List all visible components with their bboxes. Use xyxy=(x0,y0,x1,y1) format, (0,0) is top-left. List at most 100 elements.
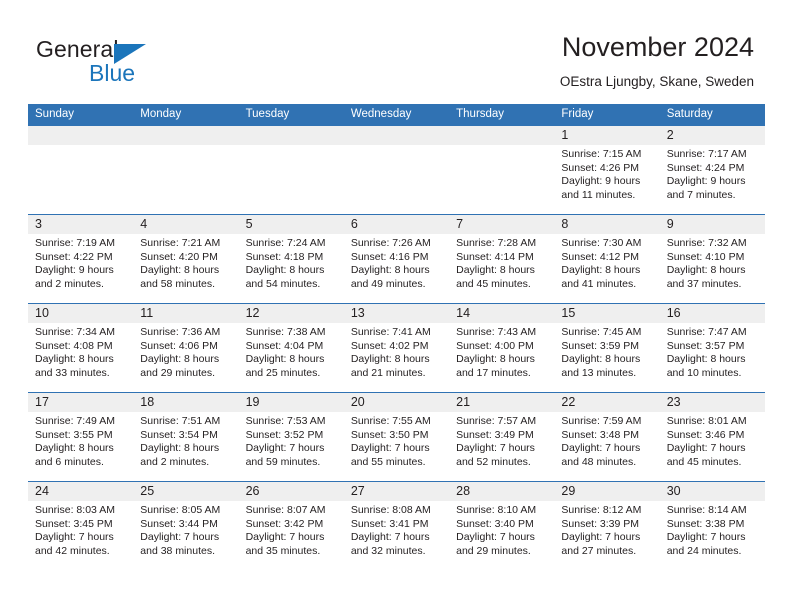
daylight-text-line1: Daylight: 8 hours xyxy=(350,353,430,366)
calendar-day-cell[interactable]: 3 Sunrise: 7:19 AM Sunset: 4:22 PM Daylight… xyxy=(28,214,134,303)
daylight-text-line2: and 59 minutes. xyxy=(245,455,321,468)
weekday-header-tuesday: Tuesday xyxy=(245,108,290,120)
daylight-text-line2: and 6 minutes. xyxy=(35,455,104,468)
calendar-day-cell-empty xyxy=(238,125,344,214)
daylight-text-line1: Daylight: 7 hours xyxy=(666,531,746,544)
sunrise-text: Sunrise: 8:10 AM xyxy=(456,504,537,516)
day-number-band: 1 xyxy=(554,126,660,145)
day-number-band: 3 xyxy=(28,215,134,234)
sunset-text: Sunset: 3:48 PM xyxy=(561,428,640,441)
calendar-day-cell[interactable]: 13 Sunrise: 7:41 AM Sunset: 4:02 PM Dayligh… xyxy=(343,303,450,392)
day-number: 14 xyxy=(456,306,471,320)
day-number: 4 xyxy=(140,217,148,231)
day-number: 24 xyxy=(35,484,49,498)
calendar-day-cell[interactable]: 23 Sunrise: 8:01 AM Sunset: 3:46 PM Dayligh… xyxy=(659,392,765,481)
sunrise-text: Sunrise: 7:17 AM xyxy=(666,148,747,160)
calendar-day-cell[interactable]: 11 Sunrise: 7:36 AM Sunset: 4:06 PM Dayligh… xyxy=(133,303,239,392)
daylight-text-line1: Daylight: 8 hours xyxy=(561,353,641,366)
calendar-day-cell[interactable]: 20 Sunrise: 7:55 AM Sunset: 3:50 PM Dayligh… xyxy=(343,392,450,481)
calendar-day-cell[interactable]: 16 Sunrise: 7:47 AM Sunset: 3:57 PM Dayligh… xyxy=(659,303,765,392)
sunset-text: Sunset: 3:41 PM xyxy=(350,517,429,530)
day-number: 30 xyxy=(666,484,681,498)
calendar-day-cell[interactable]: 30 Sunrise: 8:14 AM Sunset: 3:38 PM Dayligh… xyxy=(659,481,765,570)
daylight-text-line1: Daylight: 8 hours xyxy=(140,353,220,366)
sunrise-text: Sunrise: 7:32 AM xyxy=(666,237,747,249)
sunset-text: Sunset: 3:45 PM xyxy=(35,517,113,530)
calendar-day-cell[interactable]: 7 Sunrise: 7:28 AM Sunset: 4:14 PM Daylight… xyxy=(449,214,555,303)
day-number: 25 xyxy=(140,484,155,498)
calendar-day-cell[interactable]: 5 Sunrise: 7:24 AM Sunset: 4:18 PM Daylight… xyxy=(238,214,344,303)
calendar-day-cell[interactable]: 6 Sunrise: 7:26 AM Sunset: 4:16 PM Daylight… xyxy=(343,214,450,303)
daylight-text-line2: and 55 minutes. xyxy=(350,455,426,468)
day-number: 23 xyxy=(666,395,681,409)
calendar-day-cell[interactable]: 2 Sunrise: 7:17 AM Sunset: 4:24 PM Daylight… xyxy=(659,125,765,214)
calendar-day-cell[interactable]: 26 Sunrise: 8:07 AM Sunset: 3:42 PM Dayligh… xyxy=(238,481,344,570)
sunrise-text: Sunrise: 7:26 AM xyxy=(350,237,431,249)
day-number: 11 xyxy=(140,306,154,320)
day-number-band: 5 xyxy=(238,215,344,234)
brand-name-blue: Blue xyxy=(89,60,136,86)
day-sun-info: Sunrise: 8:05 AM Sunset: 3:44 PM Daylight:… xyxy=(133,501,238,558)
calendar-day-cell[interactable]: 14 Sunrise: 7:43 AM Sunset: 4:00 PM Dayligh… xyxy=(449,303,555,392)
daylight-text-line2: and 10 minutes. xyxy=(666,366,742,379)
day-number: 27 xyxy=(350,484,365,498)
day-number-band: 11 xyxy=(133,304,239,323)
day-sun-info: Sunrise: 8:01 AM Sunset: 3:46 PM Daylight:… xyxy=(660,412,765,469)
calendar-day-cell[interactable]: 27 Sunrise: 8:08 AM Sunset: 3:41 PM Dayligh… xyxy=(343,481,450,570)
sunset-text: Sunset: 4:08 PM xyxy=(35,339,113,352)
calendar-day-cell[interactable]: 8 Sunrise: 7:30 AM Sunset: 4:12 PM Daylight… xyxy=(554,214,660,303)
sunrise-text: Sunrise: 7:53 AM xyxy=(245,415,326,427)
sunrise-text: Sunrise: 7:55 AM xyxy=(350,415,431,427)
daylight-text-line1: Daylight: 8 hours xyxy=(456,264,535,277)
daylight-text-line1: Daylight: 8 hours xyxy=(666,353,746,366)
sunrise-text: Sunrise: 7:47 AM xyxy=(666,326,747,338)
location-subtitle: OEstra Ljungby, Skane, Sweden xyxy=(559,74,754,89)
calendar-day-cell[interactable]: 24 Sunrise: 8:03 AM Sunset: 3:45 PM Dayligh… xyxy=(28,481,134,570)
calendar-day-cell-empty xyxy=(133,125,239,214)
calendar-day-cell[interactable]: 15 Sunrise: 7:45 AM Sunset: 3:59 PM Dayligh… xyxy=(554,303,660,392)
sunrise-text: Sunrise: 7:15 AM xyxy=(561,148,642,160)
calendar-day-cell[interactable]: 25 Sunrise: 8:05 AM Sunset: 3:44 PM Dayligh… xyxy=(133,481,239,570)
day-number-band xyxy=(238,126,344,145)
sunset-text: Sunset: 3:39 PM xyxy=(561,517,640,530)
daylight-text-line1: Daylight: 7 hours xyxy=(561,442,641,455)
day-number-band: 27 xyxy=(343,482,450,501)
calendar-day-cell[interactable]: 17 Sunrise: 7:49 AM Sunset: 3:55 PM Dayligh… xyxy=(28,392,134,481)
calendar-day-cell[interactable]: 29 Sunrise: 8:12 AM Sunset: 3:39 PM Dayligh… xyxy=(554,481,660,570)
daylight-text-line2: and 37 minutes. xyxy=(666,277,742,290)
day-number-band: 2 xyxy=(659,126,765,145)
day-number-band: 8 xyxy=(554,215,660,234)
page-title: November 2024 xyxy=(561,32,754,62)
day-sun-info: Sunrise: 7:32 AM Sunset: 4:10 PM Daylight:… xyxy=(660,234,765,291)
calendar-day-cell[interactable]: 1 Sunrise: 7:15 AM Sunset: 4:26 PM Daylight… xyxy=(554,125,660,214)
day-number-band: 16 xyxy=(659,304,765,323)
day-number-band: 30 xyxy=(659,482,765,501)
daylight-text-line1: Daylight: 7 hours xyxy=(456,531,535,544)
day-sun-info: Sunrise: 7:19 AM Sunset: 4:22 PM Daylight:… xyxy=(28,234,133,291)
calendar-day-cell[interactable]: 19 Sunrise: 7:53 AM Sunset: 3:52 PM Dayligh… xyxy=(238,392,344,481)
daylight-text-line2: and 29 minutes. xyxy=(140,366,215,379)
calendar-day-cell[interactable]: 21 Sunrise: 7:57 AM Sunset: 3:49 PM Dayligh… xyxy=(449,392,555,481)
calendar-day-cell[interactable]: 28 Sunrise: 8:10 AM Sunset: 3:40 PM Dayligh… xyxy=(449,481,555,570)
sunrise-text: Sunrise: 7:21 AM xyxy=(140,237,221,249)
sunset-text: Sunset: 4:00 PM xyxy=(456,339,534,352)
calendar-day-cell[interactable]: 12 Sunrise: 7:38 AM Sunset: 4:04 PM Dayligh… xyxy=(238,303,344,392)
daylight-text-line1: Daylight: 7 hours xyxy=(140,531,220,544)
daylight-text-line1: Daylight: 9 hours xyxy=(35,264,114,277)
daylight-text-line2: and 27 minutes. xyxy=(561,544,637,557)
daylight-text-line1: Daylight: 8 hours xyxy=(666,264,746,277)
sunrise-text: Sunrise: 7:34 AM xyxy=(35,326,115,338)
calendar-day-cell[interactable]: 9 Sunrise: 7:32 AM Sunset: 4:10 PM Daylight… xyxy=(659,214,765,303)
calendar-day-cell[interactable]: 18 Sunrise: 7:51 AM Sunset: 3:54 PM Dayligh… xyxy=(133,392,239,481)
sunrise-text: Sunrise: 8:07 AM xyxy=(245,504,326,516)
daylight-text-line1: Daylight: 8 hours xyxy=(561,264,641,277)
calendar-day-cell[interactable]: 22 Sunrise: 7:59 AM Sunset: 3:48 PM Dayligh… xyxy=(554,392,660,481)
day-number: 18 xyxy=(140,395,155,409)
weekday-header-sunday: Sunday xyxy=(35,108,75,120)
daylight-text-line1: Daylight: 7 hours xyxy=(245,531,325,544)
brand-logo[interactable]: General Blue xyxy=(36,36,236,88)
day-number-band: 15 xyxy=(554,304,660,323)
calendar-day-cell[interactable]: 10 Sunrise: 7:34 AM Sunset: 4:08 PM Dayligh… xyxy=(28,303,134,392)
calendar-day-cell[interactable]: 4 Sunrise: 7:21 AM Sunset: 4:20 PM Daylight… xyxy=(133,214,239,303)
daylight-text-line1: Daylight: 8 hours xyxy=(35,353,114,366)
